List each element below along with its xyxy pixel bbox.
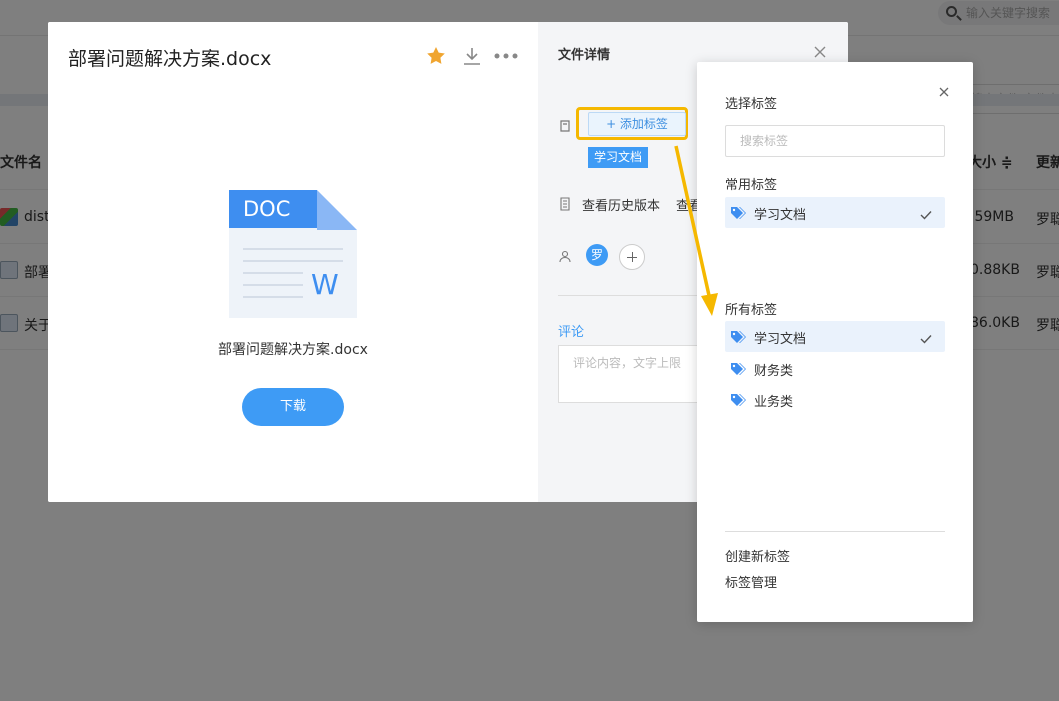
doc-letter-text: W	[311, 268, 339, 301]
create-tag-link[interactable]: 创建新标签	[725, 546, 790, 565]
view-history-link[interactable]: 查看历史版本	[582, 195, 660, 214]
more-options-icon[interactable]	[492, 44, 520, 68]
user-icon	[558, 248, 572, 263]
details-title: 文件详情	[558, 48, 611, 63]
add-member-button[interactable]	[619, 244, 645, 270]
tag-item-label: 财务类	[754, 364, 794, 379]
tag-search-input[interactable]	[725, 125, 945, 157]
check-icon	[919, 330, 933, 344]
tag-icon	[730, 392, 746, 406]
preview-title: 部署问题解决方案.docx	[68, 48, 272, 70]
close-icon[interactable]	[812, 44, 828, 60]
star-icon[interactable]	[424, 44, 448, 68]
close-icon[interactable]	[937, 84, 951, 98]
comment-label[interactable]: 评论	[558, 321, 584, 340]
file-preview-pane: 部署问题解决方案.docx DOC W 部署问题解决方案.docx 下载	[48, 22, 538, 502]
common-tags-heading: 常用标签	[725, 178, 778, 193]
tag-row-icon	[558, 118, 572, 132]
tag-icon	[730, 205, 746, 219]
popover-divider	[725, 531, 945, 532]
all-tag-item[interactable]: 学习文档	[725, 321, 945, 352]
common-tag-item[interactable]: 学习文档	[725, 197, 945, 228]
avatar[interactable]: 罗	[586, 244, 608, 266]
tag-chip[interactable]: 学习文档	[588, 147, 649, 168]
check-icon	[919, 206, 933, 220]
all-tag-item[interactable]: 业务类	[725, 384, 945, 415]
all-tags-heading: 所有标签	[725, 303, 778, 318]
doc-badge-text: DOC	[243, 197, 291, 221]
tag-item-label: 学习文档	[754, 332, 807, 347]
download-icon[interactable]	[460, 44, 484, 68]
download-button[interactable]: 下载	[242, 388, 344, 426]
popover-title: 选择标签	[725, 97, 778, 112]
tag-icon	[730, 329, 746, 343]
manage-tags-link[interactable]: 标签管理	[725, 572, 777, 591]
tag-icon	[730, 361, 746, 375]
all-tag-item[interactable]: 财务类	[725, 353, 945, 384]
docx-file-large-icon: DOC W	[229, 190, 357, 318]
add-tag-button[interactable]: + 添加标签	[588, 112, 686, 136]
tag-item-label: 业务类	[754, 395, 794, 410]
preview-filename: 部署问题解决方案.docx	[218, 342, 368, 358]
tag-item-label: 学习文档	[754, 208, 807, 223]
history-row-icon	[558, 196, 572, 211]
tag-select-popover: 选择标签 常用标签 学习文档 所有标签 学习文档 财务类 业务类 创建新标签 标…	[697, 62, 973, 622]
